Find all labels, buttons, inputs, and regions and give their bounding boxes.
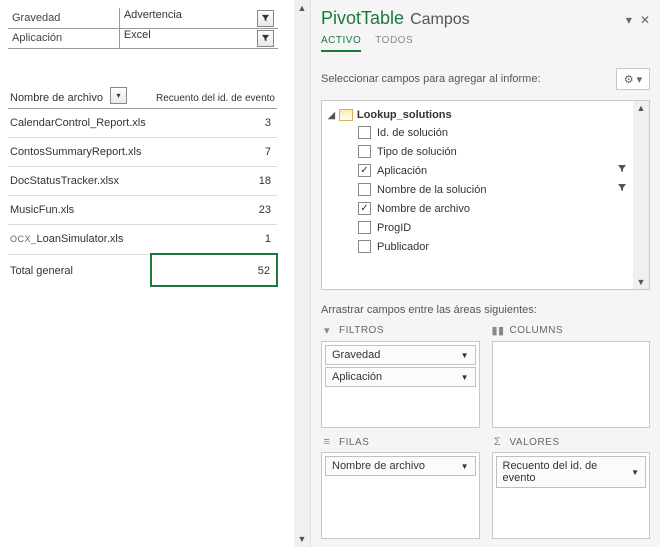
- select-fields-label: Seleccionar campos para agregar al infor…: [321, 73, 541, 85]
- table-name: Lookup_solutions: [357, 109, 452, 121]
- rows-dropzone[interactable]: Nombre de archivo▼: [321, 452, 480, 539]
- pane-subtitle: Campos: [410, 11, 470, 29]
- area-columns: ▮▮COLUMNS: [492, 324, 651, 428]
- rows-icon: ≡: [321, 436, 333, 448]
- field-item[interactable]: ProgID: [322, 218, 649, 237]
- field-label: Nombre de archivo: [377, 203, 470, 215]
- total-value: 52: [151, 254, 277, 286]
- scroll-up-icon[interactable]: ▲: [295, 1, 309, 15]
- columns-icon: ▮▮: [492, 324, 504, 337]
- drag-instructions: Arrastrar campos entre las áreas siguien…: [321, 304, 650, 316]
- checkbox[interactable]: [358, 126, 371, 139]
- filter-dropdown-aplicacion[interactable]: [257, 30, 274, 47]
- area-pill[interactable]: Recuento del id. de evento▼: [496, 456, 647, 488]
- sigma-icon: Σ: [492, 436, 504, 448]
- funnel-icon: ▾: [321, 324, 333, 337]
- report-filter-table: Gravedad Advertencia Aplicación Excel: [8, 8, 278, 49]
- filter-value: Advertencia: [124, 9, 182, 21]
- values-dropzone[interactable]: Recuento del id. de evento▼: [492, 452, 651, 539]
- table-row[interactable]: OCX_LoanSimulator.xls 1: [8, 225, 277, 255]
- pane-title: PivotTable: [321, 8, 404, 29]
- table-row[interactable]: ContosSummaryReport.xls 7: [8, 138, 277, 167]
- field-label: Id. de solución: [377, 127, 448, 139]
- gear-icon: ⚙: [624, 73, 634, 86]
- filters-dropzone[interactable]: Gravedad▼ Aplicación▼: [321, 341, 480, 428]
- chevron-down-icon[interactable]: ▼: [461, 351, 469, 360]
- filter-icon[interactable]: [617, 164, 627, 174]
- checkbox[interactable]: [358, 221, 371, 234]
- scroll-down-icon[interactable]: ▼: [295, 532, 309, 546]
- chevron-down-icon[interactable]: ▼: [461, 462, 469, 471]
- pane-tabs: ACTIVO TODOS: [321, 35, 650, 52]
- area-pill[interactable]: Nombre de archivo▼: [325, 456, 476, 476]
- pivottable-fields-pane: PivotTable Campos ▾ ✕ ACTIVO TODOS Selec…: [310, 0, 660, 547]
- filter-value: Excel: [124, 29, 151, 41]
- scroll-down-icon[interactable]: ▼: [633, 275, 649, 289]
- field-label: ProgID: [377, 222, 411, 234]
- table-row[interactable]: DocStatusTracker.xlsx 18: [8, 167, 277, 196]
- field-label: Nombre de la solución: [377, 184, 486, 196]
- chevron-down-icon[interactable]: ▼: [461, 373, 469, 382]
- fields-list: ◢ Lookup_solutions Id. de solución Tipo …: [321, 100, 650, 290]
- grand-total-row[interactable]: Total general 52: [8, 254, 277, 286]
- table-icon: [339, 109, 353, 121]
- field-item[interactable]: Nombre de archivo: [322, 199, 649, 218]
- filter-label: Gravedad: [8, 8, 119, 28]
- area-pill[interactable]: Gravedad▼: [325, 345, 476, 365]
- table-node[interactable]: ◢ Lookup_solutions: [322, 107, 649, 123]
- checkbox[interactable]: [358, 145, 371, 158]
- worksheet-area: Gravedad Advertencia Aplicación Excel No…: [0, 0, 310, 547]
- field-label: Publicador: [377, 241, 429, 253]
- filter-value-cell: Advertencia: [119, 8, 278, 28]
- filter-dropdown-gravedad[interactable]: [257, 10, 274, 27]
- vertical-scrollbar[interactable]: ▲ ▼: [294, 0, 310, 547]
- filter-label: Aplicación: [8, 28, 119, 48]
- area-values: ΣVALORES Recuento del id. de evento▼: [492, 436, 651, 539]
- fields-scrollbar[interactable]: ▲ ▼: [633, 101, 649, 289]
- filter-value-cell: Excel: [119, 28, 278, 48]
- checkbox[interactable]: [358, 164, 371, 177]
- field-item[interactable]: Publicador: [322, 237, 649, 256]
- table-row[interactable]: CalendarControl_Report.xls 3: [8, 109, 277, 138]
- area-filters: ▾FILTROS Gravedad▼ Aplicación▼: [321, 324, 480, 428]
- checkbox[interactable]: [358, 240, 371, 253]
- chevron-down-icon[interactable]: ▼: [631, 468, 639, 477]
- field-item[interactable]: Aplicación: [322, 161, 649, 180]
- field-label: Aplicación: [377, 165, 427, 177]
- total-label: Total general: [8, 254, 151, 286]
- row-header-dropdown[interactable]: ▾: [110, 87, 127, 104]
- collapse-icon[interactable]: ◢: [328, 110, 335, 121]
- tab-all[interactable]: TODOS: [375, 35, 413, 52]
- tools-button[interactable]: ⚙▾: [616, 68, 650, 90]
- field-item[interactable]: Nombre de la solución: [322, 180, 649, 199]
- value-header: Recuento del id. de evento: [151, 81, 277, 109]
- checkbox[interactable]: [358, 202, 371, 215]
- field-label: Tipo de solución: [377, 146, 457, 158]
- filter-icon[interactable]: [617, 183, 627, 193]
- scroll-up-icon[interactable]: ▲: [633, 101, 649, 115]
- area-pill[interactable]: Aplicación▼: [325, 367, 476, 387]
- area-rows: ≡FILAS Nombre de archivo▼: [321, 436, 480, 539]
- field-item[interactable]: Id. de solución: [322, 123, 649, 142]
- chevron-down-icon: ▾: [637, 73, 643, 86]
- tab-active[interactable]: ACTIVO: [321, 35, 361, 52]
- table-row[interactable]: MusicFun.xls 23: [8, 196, 277, 225]
- close-icon[interactable]: ✕: [640, 13, 650, 27]
- checkbox[interactable]: [358, 183, 371, 196]
- row-header[interactable]: Nombre de archivo ▾: [8, 81, 151, 109]
- task-pane-options-icon[interactable]: ▾: [626, 13, 632, 27]
- field-item[interactable]: Tipo de solución: [322, 142, 649, 161]
- columns-dropzone[interactable]: [492, 341, 651, 428]
- pivot-data-table: Nombre de archivo ▾ Recuento del id. de …: [8, 81, 278, 288]
